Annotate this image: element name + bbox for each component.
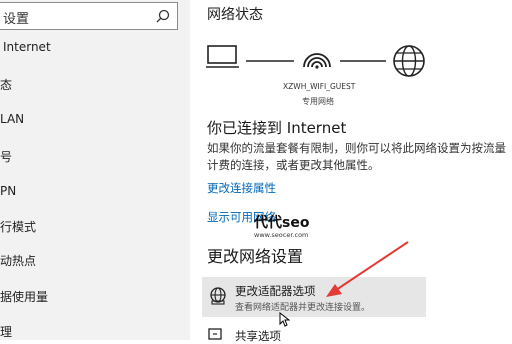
wifi-icon — [303, 53, 331, 69]
mouse-cursor-icon — [279, 312, 290, 327]
sidebar-item-vpn[interactable]: PN — [0, 184, 16, 198]
watermark-text: 代代seo — [254, 215, 310, 231]
search-text: 设置 — [3, 12, 30, 27]
sidebar-item-data-usage[interactable]: 据使用量 — [0, 288, 48, 305]
sidebar: 设置 Internet 态 LAN 号 PN 行模式 动热点 据使用量 理 — [0, 0, 190, 340]
adapter-options-desc: 查看网络适配器并更改连接设置。 — [235, 303, 371, 313]
watermark-url: www.seocer.com — [254, 231, 309, 239]
sidebar-item-hotspot[interactable]: 动热点 — [0, 252, 36, 269]
search-input[interactable]: 设置 — [0, 2, 178, 30]
network-ssid: XZWH_WIFI_GUEST — [283, 82, 356, 91]
laptop-icon — [206, 45, 239, 68]
sidebar-item-wlan[interactable]: LAN — [0, 112, 24, 126]
status-title: 网络状态 — [207, 7, 263, 23]
watermark: 代代seo www.seocer.com — [254, 215, 310, 240]
globe-icon — [393, 45, 425, 77]
sidebar-item-status[interactable]: 态 — [0, 76, 12, 93]
adapter-options-title: 更改适配器选项 — [235, 284, 316, 298]
connection-description: 如果你的流量套餐有限制，则你可以将此网络设置为按流量计费的连接，或者更改其他属性… — [207, 141, 506, 172]
sidebar-item-internet[interactable]: Internet — [3, 40, 51, 54]
sharing-options-title: 共享选项 — [235, 329, 281, 343]
search-icon — [156, 9, 170, 23]
red-arrow-annotation — [326, 241, 409, 297]
change-connection-properties-link[interactable]: 更改连接属性 — [207, 180, 276, 196]
change-settings-title: 更改网络设置 — [207, 247, 304, 266]
sharing-options-item[interactable]: 共享选项 — [202, 326, 426, 343]
sidebar-item-proxy[interactable]: 理 — [0, 323, 12, 340]
sidebar-item-dialup[interactable]: 号 — [0, 148, 12, 165]
sidebar-item-airplane-mode[interactable]: 行模式 — [0, 218, 36, 235]
network-type: 专用网络 — [302, 97, 334, 106]
adapter-globe-icon — [210, 287, 226, 305]
connected-title: 你已连接到 Internet — [207, 119, 347, 137]
